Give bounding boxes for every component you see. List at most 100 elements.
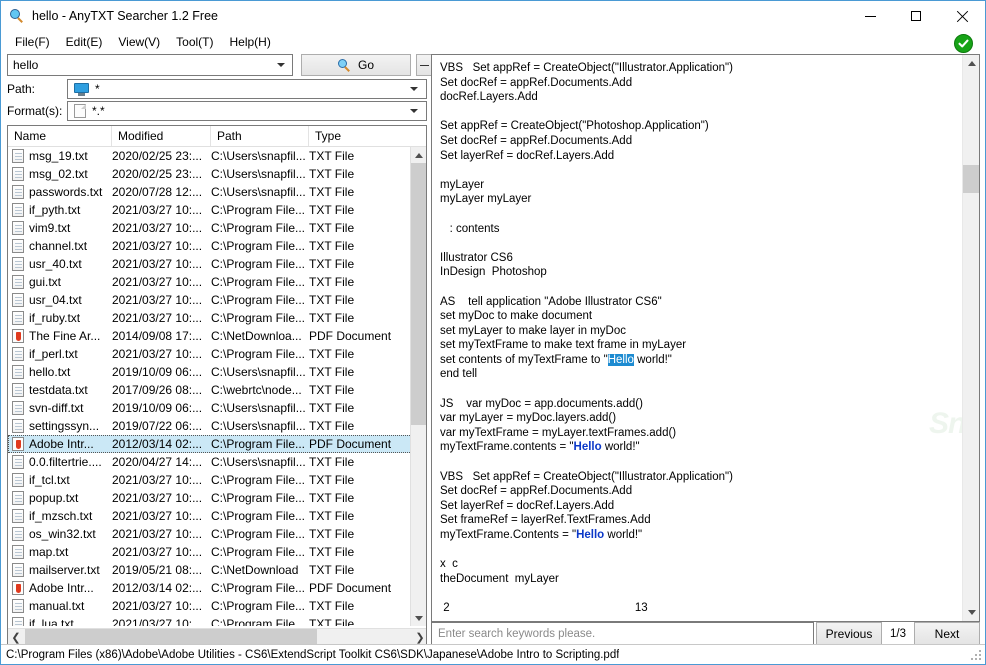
- scroll-down-icon[interactable]: [411, 610, 426, 626]
- title-bar: hello - AnyTXT Searcher 1.2 Free: [1, 1, 985, 31]
- preview-scroll-thumb[interactable]: [963, 165, 979, 193]
- close-button[interactable]: [939, 1, 985, 31]
- table-row[interactable]: The Fine Ar... 2014/09/08 17:... C:\NetDow…: [8, 327, 426, 345]
- cell-path: C:\Program File...: [211, 599, 306, 613]
- cell-name: testdata.txt: [8, 383, 112, 397]
- table-row[interactable]: svn-diff.txt 2019/10/09 06:... C:\Users\sn…: [8, 399, 426, 417]
- column-header-type[interactable]: Type: [309, 126, 410, 146]
- search-input[interactable]: [8, 56, 270, 74]
- menu-item-file[interactable]: File(F): [7, 33, 58, 51]
- cell-name: msg_19.txt: [8, 149, 112, 163]
- preview-text[interactable]: VBS Set appRef = CreateObject("Illustrat…: [432, 55, 963, 621]
- table-row[interactable]: msg_02.txt 2020/02/25 23:... C:\Users\snap…: [8, 165, 426, 183]
- go-button[interactable]: Go: [301, 54, 411, 76]
- table-row[interactable]: if_tcl.txt 2021/03/27 10:... C:\Program Fi…: [8, 471, 426, 489]
- status-bar: C:\Program Files (x86)\Adobe\Adobe Utili…: [1, 644, 985, 664]
- table-row[interactable]: Adobe Intr... 2012/03/14 02:... C:\Program…: [8, 435, 426, 453]
- pdf-file-icon: [12, 581, 24, 595]
- table-row[interactable]: if_pyth.txt 2021/03/27 10:... C:\Program F…: [8, 201, 426, 219]
- table-row[interactable]: map.txt 2021/03/27 10:... C:\Program File.…: [8, 543, 426, 561]
- minimize-button[interactable]: [847, 1, 893, 31]
- preview-line: set myTextFrame to make text frame in my…: [440, 339, 687, 352]
- preview-line: [440, 543, 955, 558]
- table-row[interactable]: manual.txt 2021/03/27 10:... C:\Program Fi…: [8, 597, 426, 615]
- preview-line: myTextFrame.Contents = "Hello world!": [440, 529, 643, 541]
- preview-pane: VBS Set appRef = CreateObject("Illustrat…: [431, 54, 980, 622]
- menu-item-help[interactable]: Help(H): [222, 33, 279, 51]
- cell-name: svn-diff.txt: [8, 401, 112, 415]
- preview-line: Set frameRef = layerRef.TextFrames.Add: [440, 514, 651, 527]
- table-row[interactable]: 0.0.filtertrie.... 2020/04/27 14:... C:\Us…: [8, 453, 426, 471]
- results-horizontal-scrollbar[interactable]: ❮ ❯: [8, 628, 426, 645]
- table-row[interactable]: Adobe Intr... 2012/03/14 02:... C:\Program…: [8, 579, 426, 597]
- table-row[interactable]: popup.txt 2021/03/27 10:... C:\Program Fil…: [8, 489, 426, 507]
- file-name: vim9.txt: [29, 221, 71, 235]
- table-row[interactable]: channel.txt 2021/03/27 10:... C:\Program F…: [8, 237, 426, 255]
- preview-search-field[interactable]: [431, 622, 814, 645]
- table-row[interactable]: os_win32.txt 2021/03/27 10:... C:\Program …: [8, 525, 426, 543]
- next-match-button[interactable]: Next: [914, 622, 980, 645]
- table-row[interactable]: if_lua.txt 2021/03/27 10: C:\Program File T…: [8, 615, 426, 626]
- menu-item-tool[interactable]: Tool(T): [168, 33, 221, 51]
- index-status-check-icon[interactable]: [954, 34, 973, 53]
- table-row[interactable]: usr_04.txt 2021/03/27 10:... C:\Program Fi…: [8, 291, 426, 309]
- file-name: usr_04.txt: [29, 293, 82, 307]
- file-name: if_lua.txt: [29, 617, 74, 626]
- table-row[interactable]: usr_40.txt 2021/03/27 10:... C:\Program Fi…: [8, 255, 426, 273]
- chevron-down-icon[interactable]: [270, 55, 292, 75]
- table-row[interactable]: if_perl.txt 2021/03/27 10:... C:\Program F…: [8, 345, 426, 363]
- cell-name: passwords.txt: [8, 185, 112, 199]
- close-icon: [956, 10, 969, 23]
- text-file-icon: [12, 239, 24, 253]
- table-row[interactable]: passwords.txt 2020/07/28 12:... C:\Users\s…: [8, 183, 426, 201]
- results-scroll-thumb[interactable]: [411, 163, 426, 425]
- cell-type: PDF Document: [309, 437, 392, 451]
- scroll-up-icon[interactable]: [411, 147, 426, 163]
- column-header-modified[interactable]: Modified: [112, 126, 211, 146]
- column-header-name[interactable]: Name: [8, 126, 112, 146]
- preview-search-input[interactable]: [432, 624, 813, 643]
- table-row[interactable]: settingssyn... 2019/07/22 06:... C:\Users\…: [8, 417, 426, 435]
- results-vertical-scrollbar[interactable]: [410, 147, 426, 626]
- cell-type: TXT File: [309, 149, 355, 163]
- text-file-icon: [12, 275, 24, 289]
- menu-item-view[interactable]: View(V): [110, 33, 168, 51]
- table-row[interactable]: msg_19.txt 2020/02/25 23:... C:\Users\snap…: [8, 147, 426, 165]
- format-combo[interactable]: *.*: [67, 101, 427, 121]
- search-combo[interactable]: [7, 54, 293, 76]
- format-chevron-down-icon[interactable]: [404, 102, 424, 120]
- table-row[interactable]: mailserver.txt 2019/05/21 08:... C:\NetDow…: [8, 561, 426, 579]
- preview-scroll-down-icon[interactable]: [963, 604, 979, 621]
- preview-line: AS tell application "Adobe Illustrator C…: [440, 295, 662, 308]
- maximize-button[interactable]: [893, 1, 939, 31]
- cell-type: TXT File: [309, 491, 355, 505]
- path-combo[interactable]: *: [67, 79, 427, 99]
- search-toolbar: Go: [7, 54, 433, 76]
- preview-vertical-scrollbar[interactable]: [962, 55, 979, 621]
- column-header-path[interactable]: Path: [211, 126, 309, 146]
- table-row[interactable]: testdata.txt 2017/09/26 08:... C:\webrtc\n…: [8, 381, 426, 399]
- table-row[interactable]: if_ruby.txt 2021/03/27 10:... C:\Program F…: [8, 309, 426, 327]
- preview-line: InDesign Photoshop: [440, 266, 547, 279]
- resize-grip-icon[interactable]: [971, 650, 983, 662]
- cell-modified: 2020/07/28 12:...: [112, 185, 203, 199]
- table-row[interactable]: if_mzsch.txt 2021/03/27 10:... C:\Program …: [8, 507, 426, 525]
- preview-scroll-up-icon[interactable]: [963, 55, 979, 72]
- table-row[interactable]: hello.txt 2019/10/09 06:... C:\Users\snapf…: [8, 363, 426, 381]
- search-match-keyword: Hello: [573, 441, 602, 454]
- preview-line: myLayer: [440, 178, 485, 191]
- cell-name: if_lua.txt: [8, 617, 112, 626]
- preview-line: myLayer myLayer: [440, 193, 532, 206]
- path-chevron-down-icon[interactable]: [404, 80, 424, 98]
- cell-modified: 2021/03/27 10:...: [112, 545, 203, 559]
- table-row[interactable]: vim9.txt 2021/03/27 10:... C:\Program File…: [8, 219, 426, 237]
- cell-type: TXT File: [309, 275, 355, 289]
- table-row[interactable]: gui.txt 2021/03/27 10:... C:\Program File.…: [8, 273, 426, 291]
- menu-item-edit[interactable]: Edit(E): [58, 33, 111, 51]
- cell-modified: 2019/10/09 06:...: [112, 401, 203, 415]
- cell-type: PDF Document: [309, 329, 392, 343]
- previous-match-button[interactable]: Previous: [816, 622, 882, 645]
- maximize-icon: [911, 11, 921, 21]
- text-file-icon: [12, 149, 24, 163]
- cell-modified: 2021/03/27 10:...: [112, 293, 203, 307]
